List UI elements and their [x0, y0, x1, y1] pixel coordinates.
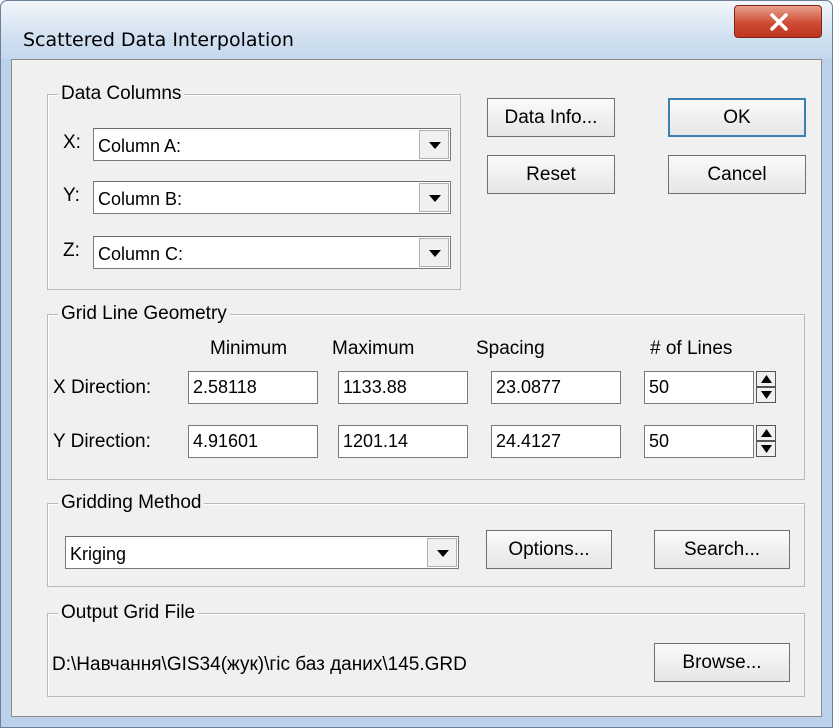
- gridding-method-group: Gridding Method Kriging Options... Searc…: [47, 492, 805, 587]
- x-lines-field[interactable]: 50: [644, 371, 754, 404]
- data-columns-legend: Data Columns: [58, 83, 185, 105]
- spacing-header: Spacing: [476, 338, 545, 359]
- chevron-down-icon: [429, 195, 441, 202]
- x-column-label: X:: [63, 132, 81, 153]
- grid-line-geometry-group: Grid Line Geometry Minimum Maximum Spaci…: [47, 303, 805, 480]
- arrow-down-icon: [761, 391, 772, 399]
- x-minimum-field[interactable]: 2.58118: [188, 371, 318, 404]
- arrow-up-icon: [761, 429, 772, 437]
- gridding-method-select[interactable]: Kriging: [65, 536, 459, 569]
- chevron-down-icon: [429, 250, 441, 257]
- output-grid-legend: Output Grid File: [58, 602, 199, 624]
- z-column-value: Column C:: [98, 244, 184, 264]
- y-column-label: Y:: [63, 185, 80, 206]
- z-column-label: Z:: [63, 240, 80, 261]
- output-file-path: D:\Навчання\GIS34(жук)\гіс баз даних\145…: [52, 654, 467, 675]
- title-bar[interactable]: Scattered Data Interpolation: [1, 1, 832, 59]
- x-column-value: Column A:: [98, 136, 182, 156]
- y-spacing-field[interactable]: 24.4127: [491, 425, 621, 458]
- data-info-button[interactable]: Data Info...: [487, 98, 615, 137]
- grid-geometry-legend: Grid Line Geometry: [58, 303, 230, 325]
- search-button[interactable]: Search...: [654, 530, 790, 569]
- close-icon: [770, 13, 788, 31]
- maximum-header: Maximum: [332, 338, 415, 359]
- x-maximum-field[interactable]: 1133.88: [338, 371, 468, 404]
- gridding-method-dropdown[interactable]: [427, 538, 457, 567]
- lines-header: # of Lines: [650, 338, 733, 359]
- dialog-window: Scattered Data Interpolation Data Column…: [0, 0, 833, 728]
- y-column-value: Column B:: [98, 189, 183, 209]
- dialog-body: Data Columns X: Column A: Y: Column B: Z…: [11, 59, 822, 717]
- y-maximum-field[interactable]: 1201.14: [338, 425, 468, 458]
- gridding-method-value: Kriging: [70, 544, 127, 564]
- z-column-dropdown[interactable]: [419, 238, 449, 267]
- window-title: Scattered Data Interpolation: [23, 29, 294, 51]
- browse-button[interactable]: Browse...: [654, 643, 790, 682]
- arrow-up-icon: [761, 375, 772, 383]
- spin-up-button[interactable]: [756, 425, 776, 441]
- close-button[interactable]: [734, 5, 822, 38]
- minimum-header: Minimum: [210, 338, 288, 359]
- y-lines-field[interactable]: 50: [644, 425, 754, 458]
- z-column-select[interactable]: Column C:: [93, 236, 451, 269]
- spin-down-button[interactable]: [756, 441, 776, 457]
- y-lines-spinner[interactable]: [756, 425, 776, 458]
- cancel-button[interactable]: Cancel: [668, 155, 806, 194]
- spin-up-button[interactable]: [756, 371, 776, 387]
- x-spacing-field[interactable]: 23.0877: [491, 371, 621, 404]
- x-lines-spinner[interactable]: [756, 371, 776, 404]
- chevron-down-icon: [429, 142, 441, 149]
- data-columns-group: Data Columns X: Column A: Y: Column B: Z…: [47, 83, 461, 290]
- ok-button[interactable]: OK: [668, 98, 806, 137]
- gridding-method-legend: Gridding Method: [58, 492, 205, 514]
- y-minimum-field[interactable]: 4.91601: [188, 425, 318, 458]
- spin-down-button[interactable]: [756, 387, 776, 403]
- x-direction-label: X Direction:: [53, 377, 152, 398]
- arrow-down-icon: [761, 445, 772, 453]
- chevron-down-icon: [437, 550, 449, 557]
- y-column-select[interactable]: Column B:: [93, 181, 451, 214]
- y-column-dropdown[interactable]: [419, 183, 449, 212]
- y-direction-label: Y Direction:: [53, 431, 151, 452]
- x-column-dropdown[interactable]: [419, 130, 449, 159]
- options-button[interactable]: Options...: [486, 530, 612, 569]
- x-column-select[interactable]: Column A:: [93, 128, 451, 161]
- reset-button[interactable]: Reset: [487, 155, 615, 194]
- output-grid-file-group: Output Grid File D:\Навчання\GIS34(жук)\…: [47, 602, 805, 697]
